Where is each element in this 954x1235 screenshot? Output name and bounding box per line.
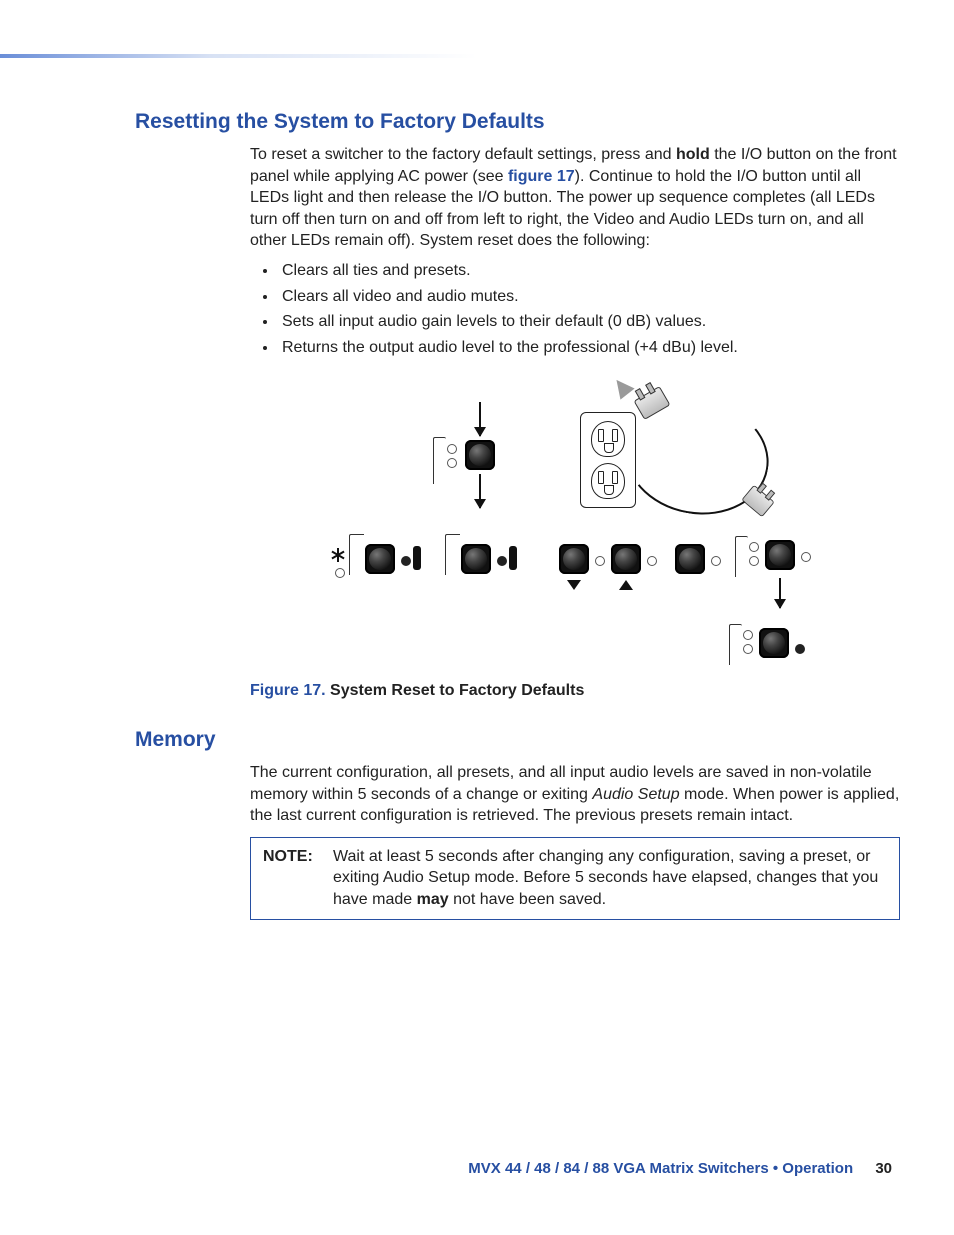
note-text: Wait at least 5 seconds after changing a… xyxy=(333,846,887,911)
figure-title: System Reset to Factory Defaults xyxy=(330,682,584,699)
page-footer: MVX 44 / 48 / 84 / 88 VGA Matrix Switche… xyxy=(0,1160,954,1177)
text: not have been saved. xyxy=(449,891,606,908)
figure-caption: Figure 17. System Reset to Factory Defau… xyxy=(250,680,900,702)
figure-ref-link[interactable]: figure 17 xyxy=(508,168,575,185)
list-item: Clears all video and audio mutes. xyxy=(278,286,900,308)
led-icon xyxy=(595,556,605,566)
bracket-icon xyxy=(445,534,460,575)
text: To reset a switcher to the factory defau… xyxy=(250,146,676,163)
list-item: Sets all input audio gain levels to thei… xyxy=(278,311,900,333)
list-item: Returns the output audio level to the pr… xyxy=(278,337,900,359)
io-button-icon xyxy=(759,628,789,658)
button-icon xyxy=(559,544,589,574)
blink-icon xyxy=(331,548,345,562)
heading-reset: Resetting the System to Factory Defaults xyxy=(135,110,905,134)
panel-notch-icon xyxy=(413,546,421,570)
led-icon xyxy=(447,444,457,454)
button-icon xyxy=(461,544,491,574)
reset-paragraph: To reset a switcher to the factory defau… xyxy=(250,144,900,252)
led-icon xyxy=(647,556,657,566)
motion-arrow-icon xyxy=(609,375,634,400)
io-button-icon xyxy=(765,540,795,570)
note-label: NOTE: xyxy=(263,846,333,911)
button-icon xyxy=(611,544,641,574)
arrow-down-icon xyxy=(479,402,481,436)
list-item: Clears all ties and presets. xyxy=(278,260,900,282)
memory-paragraph: The current configuration, all presets, … xyxy=(250,762,900,827)
arrow-down-icon xyxy=(779,578,781,608)
led-on-icon xyxy=(401,556,411,566)
button-icon xyxy=(365,544,395,574)
led-icon xyxy=(743,644,753,654)
figure-number: Figure 17. xyxy=(250,682,330,699)
footer-page-number: 30 xyxy=(875,1160,892,1177)
led-on-icon xyxy=(497,556,507,566)
reset-body: To reset a switcher to the factory defau… xyxy=(250,144,900,702)
figure-17-diagram xyxy=(325,372,825,672)
led-icon xyxy=(447,458,457,468)
led-icon xyxy=(801,552,811,562)
bracket-icon xyxy=(433,437,446,484)
led-icon xyxy=(749,556,759,566)
led-on-icon xyxy=(795,644,805,654)
button-icon xyxy=(675,544,705,574)
heading-memory: Memory xyxy=(135,728,905,752)
bracket-icon xyxy=(729,624,742,665)
page-content: Resetting the System to Factory Defaults… xyxy=(135,110,905,920)
triangle-down-icon xyxy=(567,580,581,590)
io-button-icon xyxy=(465,440,495,470)
bracket-icon xyxy=(349,534,364,575)
footer-doc-title: MVX 44 / 48 / 84 / 88 VGA Matrix Switche… xyxy=(468,1160,853,1177)
bold-may: may xyxy=(417,891,449,908)
led-icon xyxy=(749,542,759,552)
led-icon xyxy=(743,630,753,640)
note-box: NOTE: Wait at least 5 seconds after chan… xyxy=(250,837,900,920)
triangle-up-icon xyxy=(619,580,633,590)
led-icon xyxy=(335,568,345,578)
panel-notch-icon xyxy=(509,546,517,570)
reset-bullet-list: Clears all ties and presets. Clears all … xyxy=(250,260,900,358)
arrow-down-icon xyxy=(479,474,481,508)
bold-hold: hold xyxy=(676,146,710,163)
italic-mode: Audio Setup xyxy=(592,786,679,803)
led-icon xyxy=(711,556,721,566)
memory-body: The current configuration, all presets, … xyxy=(250,762,900,920)
page-top-rule xyxy=(0,54,954,58)
bracket-icon xyxy=(735,536,748,577)
